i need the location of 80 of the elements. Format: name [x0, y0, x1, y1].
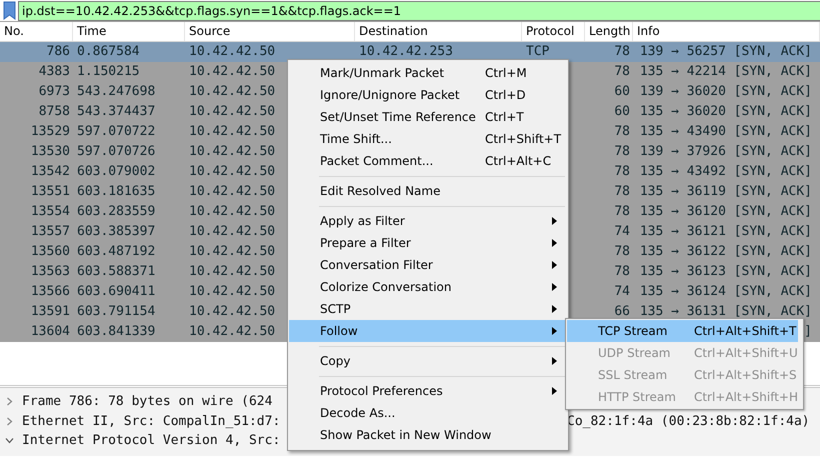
table-cell: 10.42.42.50 — [189, 64, 276, 79]
table-cell: 135 → 43490 [SYN, ACK] — [640, 124, 812, 139]
table-cell: 135 → 43492 [SYN, ACK] — [640, 164, 812, 179]
table-cell: 78 — [614, 124, 630, 139]
table-cell: 135 → 36124 [SYN, ACK] — [640, 284, 812, 299]
table-cell: 603.385397 — [77, 224, 156, 239]
table-cell: 139 → 56257 [SYN, ACK] — [640, 44, 812, 59]
table-cell: 10.42.42.50 — [189, 104, 276, 119]
table-cell: 10.42.42.50 — [189, 124, 276, 139]
table-cell: 135 → 36119 [SYN, ACK] — [640, 184, 812, 199]
table-cell: 543.374437 — [77, 104, 156, 119]
table-cell: 13591 — [30, 304, 70, 319]
table-cell: 13542 — [30, 164, 70, 179]
table-cell: 6973 — [38, 84, 70, 99]
detail-text: Frame 786: 78 bytes on wire (624 — [22, 393, 272, 411]
table-cell: 10.42.42.50 — [189, 304, 276, 319]
table-cell: 10.42.42.50 — [189, 184, 276, 199]
detail-text: Internet Protocol Version 4, Src: — [22, 432, 280, 450]
table-cell: 603.487192 — [77, 244, 156, 259]
table-cell: 10.42.42.50 — [189, 264, 276, 279]
table-cell: 1.150215 — [77, 64, 140, 79]
table-cell: 78 — [614, 204, 630, 219]
table-cell: 135 → 36120 [SYN, ACK] — [640, 204, 812, 219]
table-cell: 13563 — [30, 264, 70, 279]
table-cell: 135 → 36020 [SYN, ACK] — [640, 104, 812, 119]
table-cell: 10.42.42.50 — [189, 324, 276, 339]
table-cell: 74 — [614, 224, 630, 239]
table-cell: TCP — [526, 44, 550, 59]
table-cell: 10.42.42.50 — [189, 204, 276, 219]
table-cell: 603.283559 — [77, 204, 156, 219]
table-cell: 10.42.42.50 — [189, 84, 276, 99]
table-cell: 139 → 36020 [SYN, ACK] — [640, 84, 812, 99]
table-cell: 0.867584 — [77, 44, 140, 59]
table-cell: 135 → 42214 [SYN, ACK] — [640, 64, 812, 79]
table-cell: 135 → 36122 [SYN, ACK] — [640, 244, 812, 259]
table-cell: 78 — [614, 164, 630, 179]
table-cell: 60 — [614, 84, 630, 99]
table-cell: 10.42.42.50 — [189, 284, 276, 299]
table-cell: 78 — [614, 264, 630, 279]
table-cell: 13566 — [30, 284, 70, 299]
table-cell: 10.42.42.50 — [189, 164, 276, 179]
table-cell: 135 → 36121 [SYN, ACK] — [640, 224, 812, 239]
table-cell: 603.588371 — [77, 264, 156, 279]
table-cell: 78 — [614, 244, 630, 259]
table-cell: 10.42.42.50 — [189, 44, 276, 59]
table-cell: 10.42.42.50 — [189, 244, 276, 259]
table-cell: 603.841339 — [77, 324, 156, 339]
table-cell: 13557 — [30, 224, 70, 239]
table-cell: 13560 — [30, 244, 70, 259]
table-cell: 13554 — [30, 204, 70, 219]
table-cell: 543.247698 — [77, 84, 156, 99]
table-cell: 139 → 37926 [SYN, ACK] — [640, 144, 812, 159]
table-cell: 78 — [614, 44, 630, 59]
table-cell: 74 — [614, 284, 630, 299]
table-cell: 603.079002 — [77, 164, 156, 179]
table-cell: 8758 — [38, 104, 70, 119]
table-cell: 13604 — [30, 324, 70, 339]
table-cell: 78 — [614, 64, 630, 79]
table-cell: 13529 — [30, 124, 70, 139]
table-cell: 60 — [614, 104, 630, 119]
table-cell: 597.070726 — [77, 144, 156, 159]
detail-text: Ethernet II, Src: CompalIn_51:d7: — [22, 412, 280, 430]
table-cell: 13551 — [30, 184, 70, 199]
table-cell: 10.42.42.50 — [189, 224, 276, 239]
table-cell: ] — [804, 324, 812, 339]
table-cell: 13530 — [30, 144, 70, 159]
table-cell: 10.42.42.50 — [189, 144, 276, 159]
table-cell: 603.690411 — [77, 284, 156, 299]
detail-text: Co_82:1f:4a (00:23:8b:82:1f:4a) — [567, 412, 811, 430]
table-cell: 603.181635 — [77, 184, 156, 199]
table-cell: 10.42.42.253 — [359, 44, 453, 59]
table-cell: 4383 — [38, 64, 70, 79]
table-cell: 66 — [614, 304, 630, 319]
table-cell: 78 — [614, 184, 630, 199]
table-cell: 597.070722 — [77, 124, 156, 139]
table-cell: 603.791154 — [77, 304, 156, 319]
table-cell: 135 → 36131 [SYN, ACK] — [640, 304, 812, 319]
table-cell: 786 — [46, 44, 70, 59]
table-cell: 135 → 36123 [SYN, ACK] — [640, 264, 812, 279]
table-cell: 78 — [614, 144, 630, 159]
